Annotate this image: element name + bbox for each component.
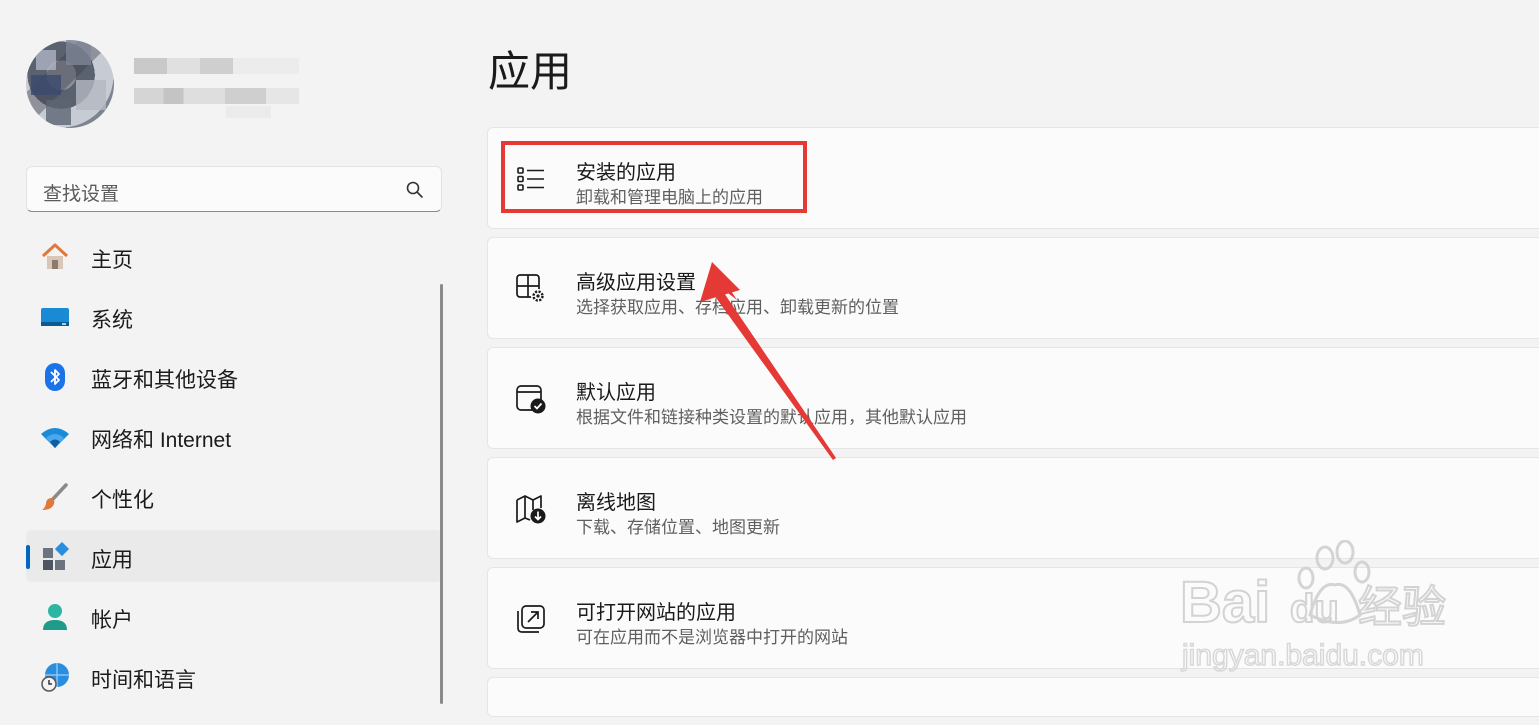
card-default-apps[interactable]: 默认应用 根据文件和链接种类设置的默认应用，其他默认应用 [487, 347, 1539, 449]
card-subtitle: 选择获取应用、存档应用、卸载更新的位置 [576, 298, 899, 317]
time-language-icon [41, 663, 69, 692]
offline-maps-icon [516, 495, 546, 524]
sidebar-item-label: 个性化 [91, 489, 154, 512]
apps-icon [43, 542, 70, 570]
sidebar-item-system[interactable]: 系统 [26, 290, 442, 342]
sidebar-item-label: 时间和语言 [91, 669, 196, 692]
sidebar-item-time-language[interactable]: 时间和语言 [26, 650, 442, 702]
user-name-redacted [134, 58, 299, 74]
sidebar-item-label: 蓝牙和其他设备 [91, 369, 238, 392]
search-icon[interactable] [405, 180, 425, 200]
wifi-icon [41, 428, 69, 448]
sidebar-item-bluetooth[interactable]: 蓝牙和其他设备 [26, 350, 442, 402]
sidebar-item-accounts[interactable]: 帐户 [26, 590, 442, 642]
avatar [26, 40, 114, 128]
user-email-redacted [134, 88, 299, 104]
selected-indicator [26, 545, 30, 569]
search-placeholder: 查找设置 [43, 184, 120, 205]
system-icon [41, 308, 69, 326]
user-email-redacted-tail [226, 106, 271, 118]
card-title: 高级应用设置 [576, 272, 696, 294]
svg-text:Bai: Bai [1180, 570, 1270, 635]
card-subtitle: 下载、存储位置、地图更新 [576, 518, 780, 537]
sidebar-item-personalization[interactable]: 个性化 [26, 470, 442, 522]
advanced-app-settings-icon [516, 274, 545, 303]
user-profile[interactable] [26, 38, 326, 130]
account-icon [43, 604, 67, 630]
card-title: 可打开网站的应用 [576, 602, 736, 624]
card-title: 离线地图 [576, 492, 656, 514]
sidebar-item-label: 应用 [91, 549, 133, 572]
svg-text:du: du [1290, 587, 1339, 631]
card-subtitle: 根据文件和链接种类设置的默认应用，其他默认应用 [576, 408, 967, 427]
card-advanced-app-settings[interactable]: 高级应用设置 选择获取应用、存档应用、卸载更新的位置 [487, 237, 1539, 339]
sidebar-item-label: 帐户 [91, 609, 133, 632]
annotation-highlight-box [501, 141, 807, 213]
bluetooth-icon [45, 363, 65, 391]
sidebar-scrollbar[interactable] [440, 284, 443, 704]
brush-icon [42, 483, 68, 510]
sidebar-item-apps[interactable]: 应用 [26, 530, 442, 582]
sidebar-item-label: 网络和 Internet [91, 429, 232, 452]
page-title: 应用 [488, 48, 573, 95]
svg-text:经验: 经验 [1358, 582, 1446, 633]
home-icon [41, 243, 69, 269]
default-apps-icon [516, 385, 546, 414]
sidebar-nav: 主页 系统 蓝牙和其他设备 网络和 Internet 个性化 应用 帐户 时间和… [26, 230, 442, 710]
sidebar-item-home[interactable]: 主页 [26, 230, 442, 282]
apps-for-websites-icon [517, 605, 545, 633]
card-subtitle: 可在应用而不是浏览器中打开的网站 [576, 628, 848, 647]
svg-text:jingyan.baidu.com: jingyan.baidu.com [1181, 639, 1424, 672]
sidebar-item-label: 主页 [91, 249, 133, 272]
sidebar-item-network[interactable]: 网络和 Internet [26, 410, 442, 462]
card-partial-next[interactable] [487, 677, 1539, 717]
baidu-watermark-logo: Bai du 经验 jingyan.baidu.com [1180, 540, 1447, 673]
sidebar-item-label: 系统 [91, 309, 133, 332]
card-title: 默认应用 [576, 382, 656, 404]
settings-search-box[interactable]: 查找设置 [26, 166, 442, 212]
